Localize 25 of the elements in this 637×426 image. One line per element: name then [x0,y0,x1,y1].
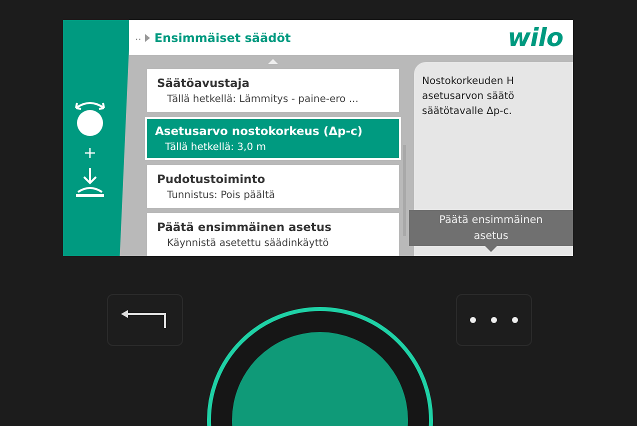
press-down-icon [74,168,106,198]
dots-icon [469,316,519,324]
menu-item-subtitle: Tällä hetkellä: 3,0 m [164,142,267,153]
screen-title: Ensimmäiset säädöt [154,30,292,44]
logo: wilo [508,23,563,52]
menu-item-title: Pudotustoiminto [157,172,266,186]
breadcrumb[interactable]: .. [135,32,142,43]
menu-item[interactable]: Päätä ensimmäinen asetus Käynnistä asetettu säädinkäyttö [147,213,399,256]
help-text: Nostokorkeuden H asetusarvon säätö säätötavalle Δp-c. [422,75,516,119]
plus-sign: + [83,144,97,162]
menu-item[interactable]: Asetusarvo nostokorkeus (Δp-c) Tällä hetkellä: 3,0 m [145,117,401,160]
menu-item-subtitle: Tällä hetkellä: Lämmitys - paine-ero ... [166,94,360,105]
pointer-icon [485,246,497,252]
action-hint: Päätä ensimmäinen asetus [409,210,573,246]
menu-item[interactable]: Pudotustoiminto Tunnistus: Pois päältä [147,165,399,208]
menu-item-title: Säätöavustaja [157,76,250,90]
back-button[interactable] [107,294,183,346]
menu-item-subtitle: Tunnistus: Pois päältä [166,190,276,201]
menu-item-title: Asetusarvo nostokorkeus (Δp-c) [155,124,364,138]
menu-item[interactable]: Säätöavustaja Tällä hetkellä: Lämmitys - paine-ero ... [147,69,399,112]
chevron-icon [145,34,150,42]
menu-item-title: Päätä ensimmäinen asetus [157,220,332,234]
more-button[interactable] [456,294,532,346]
menu-item-subtitle: Käynnistä asetettu säädinkäyttö [166,238,330,249]
return-arrow-icon [121,310,169,330]
